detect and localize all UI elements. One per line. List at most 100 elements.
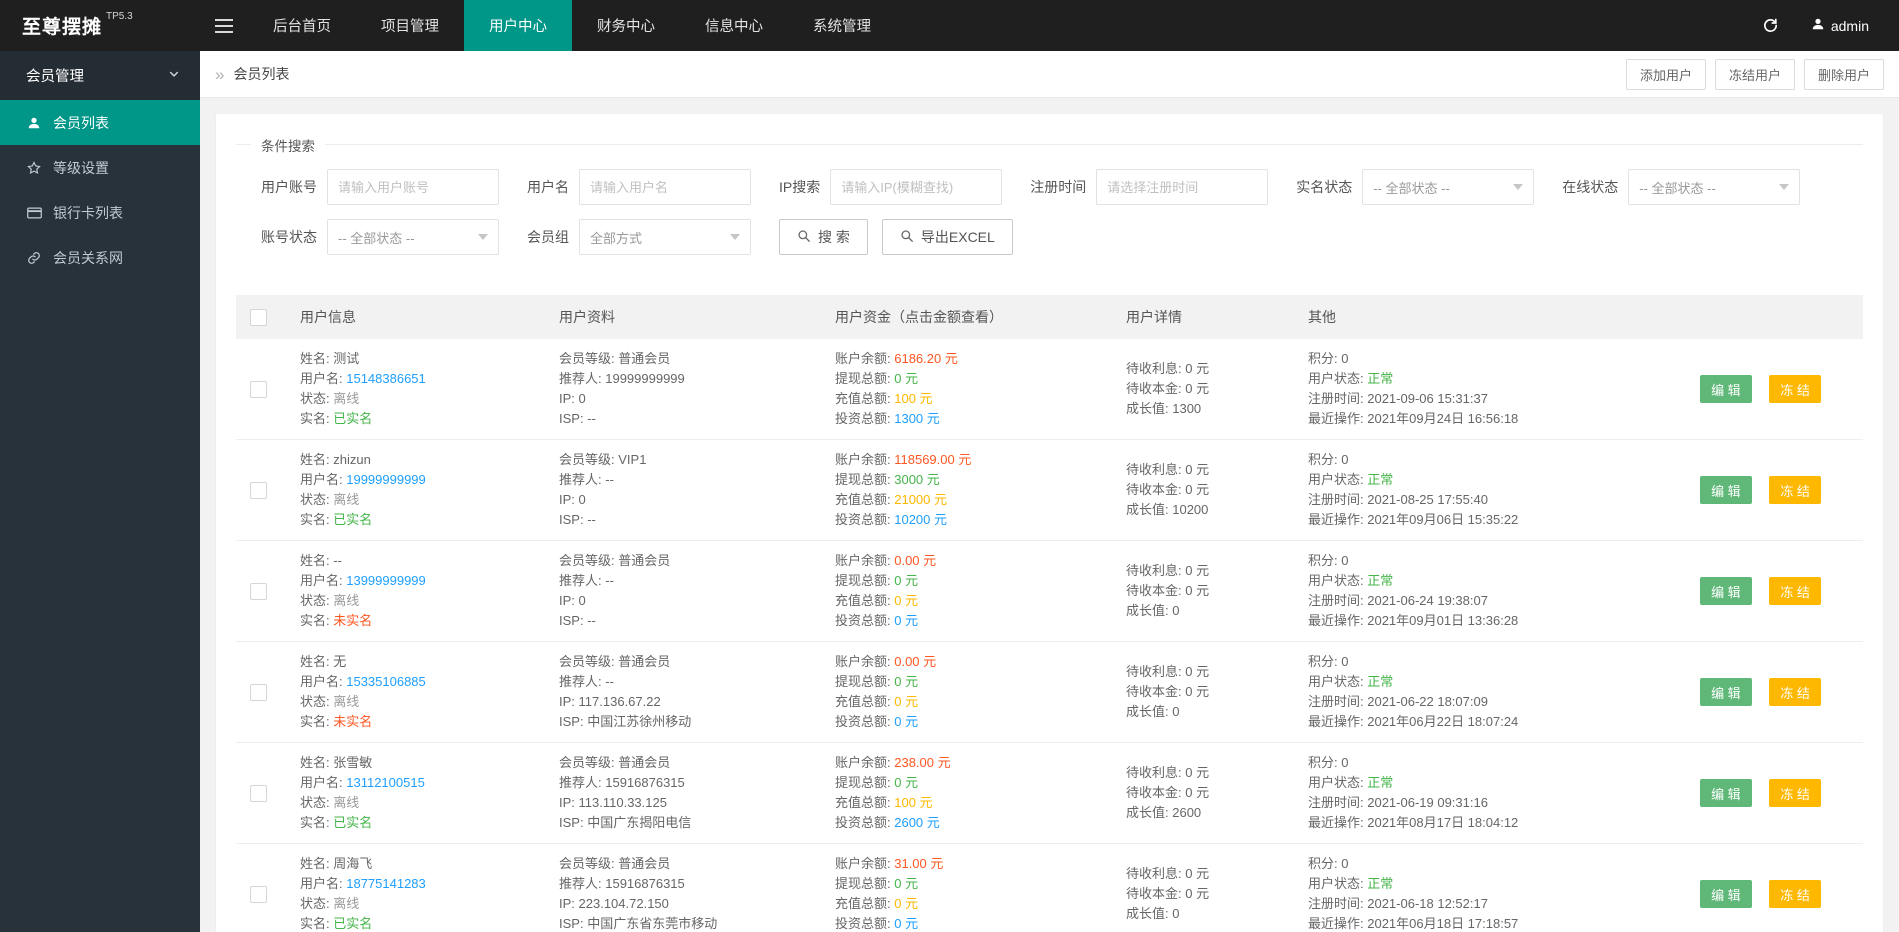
ip-input[interactable]	[830, 169, 1003, 205]
principal-label: 待收本金:	[1126, 684, 1186, 699]
edit-button[interactable]: 编 辑	[1700, 880, 1752, 908]
invest-total-value[interactable]: 0 元	[894, 714, 918, 729]
referrer-label: 推荐人:	[559, 573, 606, 588]
status-label: 状态:	[300, 795, 334, 810]
recharge-total-value[interactable]: 100 元	[894, 391, 932, 406]
add-user-button[interactable]: 添加用户	[1625, 58, 1706, 90]
invest-total-value[interactable]: 1300 元	[894, 411, 940, 426]
row-checkbox[interactable]	[250, 885, 267, 903]
withdraw-total-value[interactable]: 0 元	[894, 876, 918, 891]
edit-button[interactable]: 编 辑	[1700, 577, 1752, 605]
row-checkbox[interactable]	[250, 481, 267, 499]
edit-button[interactable]: 编 辑	[1700, 375, 1752, 403]
edit-button[interactable]: 编 辑	[1700, 476, 1752, 504]
other-cell: 积分: 0 用户状态: 正常 注册时间: 2021-06-19 09:31:16…	[1298, 742, 1658, 844]
withdraw-total-value[interactable]: 0 元	[894, 674, 918, 689]
sidebar-item-bank-card-list[interactable]: 银行卡列表	[0, 190, 200, 235]
hamburger-menu-icon[interactable]	[200, 0, 248, 51]
invest-total-value[interactable]: 0 元	[894, 613, 918, 628]
select-all-checkbox[interactable]	[250, 308, 267, 326]
freeze-user-button[interactable]: 冻结用户	[1714, 58, 1795, 90]
username-label: 用户名:	[300, 876, 347, 891]
row-select-cell	[236, 843, 290, 932]
points-label: 积分:	[1308, 654, 1342, 669]
username-input[interactable]	[579, 169, 751, 205]
points-value: 0	[1341, 755, 1349, 770]
row-checkbox[interactable]	[250, 683, 267, 701]
online-status-field: 在线状态 -- 全部状态 --	[1562, 169, 1801, 205]
username-value[interactable]: 19999999999	[346, 472, 426, 487]
freeze-button[interactable]: 冻 结	[1769, 577, 1821, 605]
balance-value[interactable]: 0.00 元	[894, 654, 936, 669]
bank-card-icon	[26, 207, 42, 219]
delete-user-button[interactable]: 删除用户	[1803, 58, 1884, 90]
username-value[interactable]: 13112100515	[346, 775, 425, 790]
refresh-icon[interactable]	[1762, 17, 1779, 34]
withdraw-total-value[interactable]: 0 元	[894, 573, 918, 588]
edit-button[interactable]: 编 辑	[1700, 678, 1752, 706]
interest-label: 待收利息:	[1126, 563, 1186, 578]
invest-total-value[interactable]: 0 元	[894, 916, 918, 931]
balance-value[interactable]: 238.00 元	[894, 755, 950, 770]
balance-value[interactable]: 6186.20 元	[894, 351, 958, 366]
regtime-input[interactable]	[1096, 169, 1269, 205]
recharge-total-value[interactable]: 0 元	[894, 593, 918, 608]
nav-item-projects[interactable]: 项目管理	[356, 0, 464, 51]
realname-status-select[interactable]: -- 全部状态 --	[1362, 169, 1535, 205]
account-input[interactable]	[327, 169, 499, 205]
recharge-total-value[interactable]: 0 元	[894, 694, 918, 709]
pending-interest-value: 0 元	[1185, 664, 1210, 679]
nav-item-dashboard[interactable]: 后台首页	[248, 0, 356, 51]
nav-item-info-center[interactable]: 信息中心	[680, 0, 788, 51]
sidebar-item-member-list[interactable]: 会员列表	[0, 100, 200, 145]
freeze-button[interactable]: 冻 结	[1769, 678, 1821, 706]
recharge-total-value[interactable]: 21000 元	[894, 492, 947, 507]
member-group-field: 会员组 全部方式	[527, 219, 751, 255]
freeze-button[interactable]: 冻 结	[1769, 375, 1821, 403]
online-status-label: 在线状态	[1562, 179, 1619, 195]
recharge-total-value[interactable]: 0 元	[894, 896, 918, 911]
user-menu[interactable]: admin	[1811, 17, 1869, 34]
username-value[interactable]: 18775141283	[346, 876, 426, 891]
member-group-select[interactable]: 全部方式	[579, 219, 751, 255]
nav-item-finance-center[interactable]: 财务中心	[572, 0, 680, 51]
account-status-select[interactable]: -- 全部状态 --	[327, 219, 499, 255]
other-cell: 积分: 0 用户状态: 正常 注册时间: 2021-09-06 15:31:37…	[1298, 339, 1658, 440]
user-status-value: 正常	[1367, 371, 1394, 386]
user-funds-cell: 账户余额: 118569.00 元 提现总额: 3000 元 充值总额: 210…	[825, 439, 1116, 541]
balance-value[interactable]: 118569.00 元	[894, 452, 971, 467]
row-checkbox[interactable]	[250, 784, 267, 802]
nav-item-system[interactable]: 系统管理	[788, 0, 896, 51]
withdraw-total-value[interactable]: 3000 元	[894, 472, 940, 487]
username-value[interactable]: 13999999999	[346, 573, 426, 588]
last-op-label: 最近操作:	[1308, 815, 1368, 830]
account-status-label: 账号状态	[261, 229, 317, 245]
username-value[interactable]: 15148386651	[346, 371, 426, 386]
invest-total-value[interactable]: 10200 元	[894, 512, 947, 527]
sidebar-group-member-management[interactable]: 会员管理	[0, 51, 200, 100]
sidebar-item-level-settings[interactable]: 等级设置	[0, 145, 200, 190]
withdraw-total-value[interactable]: 0 元	[894, 371, 918, 386]
balance-value[interactable]: 31.00 元	[894, 856, 943, 871]
row-checkbox[interactable]	[250, 582, 267, 600]
realname-label: 实名:	[300, 815, 334, 830]
freeze-button[interactable]: 冻 结	[1769, 779, 1821, 807]
row-checkbox[interactable]	[250, 380, 267, 398]
withdraw-total-value[interactable]: 0 元	[894, 775, 918, 790]
search-button[interactable]: 搜 索	[779, 219, 868, 255]
recharge-total-value[interactable]: 100 元	[894, 795, 932, 810]
edit-button[interactable]: 编 辑	[1700, 779, 1752, 807]
export-excel-button[interactable]: 导出EXCEL	[881, 219, 1013, 255]
sidebar-item-member-relations[interactable]: 会员关系网	[0, 235, 200, 280]
online-status-select[interactable]: -- 全部状态 --	[1628, 169, 1801, 205]
realname-value: 已实名	[333, 512, 373, 527]
invest-total-value[interactable]: 2600 元	[894, 815, 940, 830]
freeze-button[interactable]: 冻 结	[1769, 880, 1821, 908]
interest-label: 待收利息:	[1126, 361, 1186, 376]
balance-value[interactable]: 0.00 元	[894, 553, 936, 568]
withdraw-label: 提现总额:	[835, 573, 895, 588]
freeze-button[interactable]: 冻 结	[1769, 476, 1821, 504]
nav-item-user-center[interactable]: 用户中心	[464, 0, 572, 51]
username-value[interactable]: 15335106885	[346, 674, 426, 689]
name-label: 姓名:	[300, 553, 334, 568]
